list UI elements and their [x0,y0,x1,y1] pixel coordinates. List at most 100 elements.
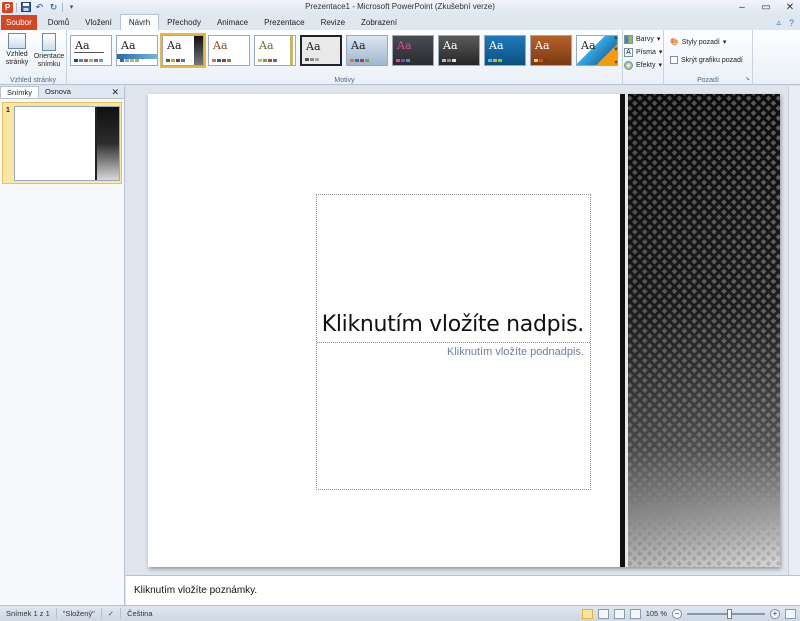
theme-black-tie[interactable]: Aa [346,35,388,66]
gallery-up-icon[interactable]: ▲ [612,35,620,41]
zoom-out-icon[interactable]: − [672,608,682,619]
minimize-icon[interactable]: – [736,2,748,13]
title-placeholder-box[interactable]: Kliknutím vložíte nadpis. Kliknutím vlož… [316,194,591,490]
effects-label: Efekty [636,61,656,69]
gallery-more-icon[interactable]: ▾ [612,59,620,66]
tab-design[interactable]: Návrh [119,14,160,30]
theme-austin[interactable]: Aa [300,35,342,66]
theme-glyph: Aa [581,39,596,52]
save-icon[interactable] [20,2,31,13]
tab-slides[interactable]: Snímky [0,86,40,98]
theme-office[interactable]: Aa [70,35,112,66]
theme-glyph: Aa [167,39,182,52]
tab-file[interactable]: Soubor [1,15,37,30]
thumbnail-background-art [97,107,119,180]
view-and-zoom-controls: 105 % − + [581,608,800,619]
theme-concourse[interactable]: Aa [484,35,526,66]
zoom-slider[interactable] [687,608,765,619]
background-styles-label: Styly pozadí [681,38,720,46]
notes-placeholder[interactable]: Kliknutím vložíte poznámky. [134,585,257,596]
slide-sorter-view-icon[interactable] [597,608,609,619]
slide-orientation-icon [42,33,56,51]
tab-insert[interactable]: Vložení [77,15,120,30]
theme-angles[interactable]: Aa [208,35,250,66]
notes-pane[interactable]: Kliknutím vložíte poznámky. [126,575,800,605]
theme-clarity[interactable]: Aa [438,35,480,66]
theme-glyph: Aa [213,39,228,52]
page-setup-group: Vzhled stránky Orientace snímku Vzhled s… [0,30,67,85]
fit-to-window-icon[interactable] [785,608,796,619]
background-styles-icon: 🎨 [670,39,679,46]
help-icon[interactable]: ? [789,18,794,28]
minimize-ribbon-icon[interactable]: ▵ [776,17,781,28]
page-setup-icon [8,33,26,49]
slideshow-view-icon[interactable] [629,608,641,619]
checkbox-icon [670,56,678,64]
theme-civic[interactable]: Aa [392,35,434,66]
vertical-scrollbar[interactable] [788,86,800,575]
undo-icon[interactable]: ↶ [34,2,45,13]
tab-review[interactable]: Revize [313,15,353,30]
theme-glyph: Aa [489,39,504,52]
theme-composite[interactable]: Aa [160,33,206,68]
slide-orientation-label: Orientace snímku [33,53,65,68]
hide-background-graphics-checkbox[interactable]: Skrýt grafiku pozadí [670,54,743,66]
page-setup-button[interactable]: Vzhled stránky [2,33,32,67]
ribbon: Vzhled stránky Orientace snímku Vzhled s… [0,30,800,85]
tab-home[interactable]: Domů [40,15,77,30]
slide-background-art [620,94,780,567]
pane-tabs: Snímky Osnova ✕ [0,86,124,98]
redo-icon[interactable]: ↻ [48,2,59,13]
colors-button[interactable]: Barvy ▾ [624,33,660,45]
fonts-icon: A [624,47,633,57]
fonts-label: Písma [636,48,656,56]
placeholder-divider [317,342,590,343]
reading-view-icon[interactable] [613,608,625,619]
hide-background-graphics-label: Skrýt grafiku pozadí [681,56,743,64]
window-title: Prezentace1 - Microsoft PowerPoint (Zkuš… [305,2,495,11]
close-pane-icon[interactable]: ✕ [111,86,124,98]
theme-apex[interactable]: Aa [254,35,296,66]
theme-gallery: Aa Aa Aa Aa Aa Aa Aa Aa Aa Aa Aa Aa [70,33,618,68]
background-dialog-launcher-icon[interactable]: ↘ [745,75,750,82]
theme-equity[interactable]: Aa [530,35,572,66]
theme-adjacency[interactable]: Aa [116,35,158,66]
effects-icon [624,60,633,70]
zoom-slider-thumb[interactable] [727,608,732,619]
zoom-in-icon[interactable]: + [770,608,780,619]
customize-qat-icon[interactable]: ▾ [66,2,77,13]
slide-orientation-button[interactable]: Orientace snímku [32,33,66,69]
gallery-down-icon[interactable]: ▼ [612,47,620,53]
theme-glyph: Aa [75,39,90,52]
colors-label: Barvy [636,35,654,43]
slide[interactable]: Kliknutím vložíte nadpis. Kliknutím vlož… [148,94,780,567]
slide-title-placeholder[interactable]: Kliknutím vložíte nadpis. [322,312,585,337]
spell-check-icon[interactable]: ✓ [102,608,122,619]
ribbon-tabs: Soubor Domů Vložení Návrh Přechody Anima… [0,14,800,30]
theme-glyph: Aa [535,39,550,52]
fonts-button[interactable]: A Písma ▾ [624,46,662,58]
tab-animations[interactable]: Animace [209,15,256,30]
slide-subtitle-placeholder[interactable]: Kliknutím vložíte podnadpis. [447,346,584,358]
zoom-level[interactable]: 105 % [646,609,667,618]
background-styles-button[interactable]: 🎨 Styly pozadí ▾ [670,36,726,48]
effects-button[interactable]: Efekty ▾ [624,59,662,71]
theme-glyph: Aa [259,39,274,52]
chevron-down-icon: ▾ [658,62,662,69]
language-indicator[interactable]: Čeština [121,608,158,619]
slide-thumbnail[interactable] [14,106,120,181]
tab-outline[interactable]: Osnova [39,86,77,98]
tab-transitions[interactable]: Přechody [159,15,209,30]
powerpoint-app-icon[interactable]: P [2,1,13,13]
background-group-label: Pozadí [697,77,719,84]
maximize-icon[interactable]: ▭ [760,2,772,13]
chevron-down-icon: ▾ [656,36,661,43]
slide-number: 1 [6,107,10,114]
tab-view[interactable]: Zobrazení [353,15,405,30]
close-icon[interactable]: ✕ [784,2,796,13]
normal-view-icon[interactable] [581,608,593,619]
slide-counter: Snímek 1 z 1 [0,608,57,619]
slide-thumbnails: 1 [0,98,124,605]
tab-slideshow[interactable]: Prezentace [256,15,312,30]
slide-thumbnail-row[interactable]: 1 [2,102,122,184]
